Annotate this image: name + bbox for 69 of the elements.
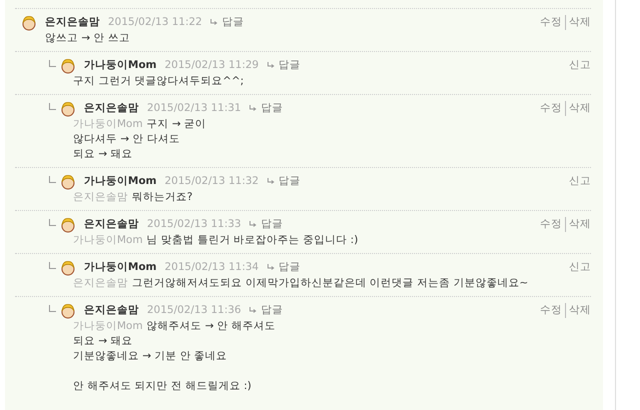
reply-link[interactable]: 답글 bbox=[261, 217, 284, 232]
mention-link[interactable]: 은지은솔맘 bbox=[73, 277, 128, 289]
mention-link[interactable]: 가나둥이Mom bbox=[73, 118, 143, 130]
reply-arrow-icon bbox=[249, 220, 258, 228]
action-link[interactable]: 수정 bbox=[540, 15, 562, 30]
mention-link[interactable]: 가나둥이Mom bbox=[73, 320, 143, 332]
avatar-icon bbox=[60, 101, 76, 117]
comment-text: 그런거않해저셔도되요 이제막가입하신분같은데 이런댓글 저는좀 기분않좋네요~ bbox=[132, 277, 528, 289]
avatar-icon bbox=[60, 58, 76, 74]
avatar-icon bbox=[60, 260, 76, 276]
reply-arrow-icon bbox=[249, 104, 258, 112]
comment-date: 2015/02/13 11:29 bbox=[164, 58, 259, 73]
action-link[interactable]: 신고 bbox=[569, 260, 591, 275]
action-link[interactable]: 삭제 bbox=[565, 217, 591, 232]
avatar-icon bbox=[60, 217, 76, 233]
action-link[interactable]: 수정 bbox=[540, 303, 562, 318]
reply-marker-icon bbox=[49, 219, 56, 226]
action-link[interactable]: 삭제 bbox=[565, 15, 591, 30]
comment-text: 안 해주셔도 되지만 전 해드릴게요 :) bbox=[73, 380, 252, 392]
comment-text: 않다셔두 → 안 다셔도 bbox=[73, 133, 180, 145]
action-link[interactable]: 삭제 bbox=[565, 303, 591, 318]
reply-marker-icon bbox=[49, 262, 56, 269]
reply-marker-icon bbox=[49, 60, 56, 67]
comment-date: 2015/02/13 11:34 bbox=[164, 260, 259, 275]
author-name[interactable]: 은지은솔맘 bbox=[45, 15, 100, 30]
action-link[interactable]: 신고 bbox=[569, 174, 591, 189]
mention-link[interactable]: 은지은솔맘 bbox=[73, 191, 128, 203]
comment-text: 되요 → 돼요 bbox=[73, 335, 132, 347]
action-link[interactable]: 삭제 bbox=[565, 101, 591, 116]
reply-arrow-icon bbox=[249, 306, 258, 314]
author-name[interactable]: 은지은솔맘 bbox=[84, 217, 139, 232]
comment-date: 2015/02/13 11:31 bbox=[147, 101, 242, 116]
author-name[interactable]: 가나둥이Mom bbox=[84, 174, 157, 189]
author-name[interactable]: 은지은솔맘 bbox=[84, 303, 139, 318]
comment-text: 구지 그런거 댓글않다셔두되요^^; bbox=[73, 75, 244, 87]
reply-link[interactable]: 답글 bbox=[278, 58, 301, 73]
comment-text: 님 맞춤법 틀린거 바로잡아주는 중입니다 :) bbox=[146, 234, 358, 246]
reply-arrow-icon bbox=[266, 263, 275, 272]
reply-marker-icon bbox=[49, 176, 56, 183]
reply-marker-icon bbox=[49, 305, 56, 312]
author-name[interactable]: 가나둥이Mom bbox=[84, 260, 157, 275]
reply-arrow-icon bbox=[266, 61, 275, 70]
comment-text: 않해주셔도 → 안 해주셔도 bbox=[146, 320, 276, 332]
comment-date: 2015/02/13 11:32 bbox=[164, 174, 259, 189]
action-link[interactable]: 수정 bbox=[540, 101, 562, 116]
action-link[interactable]: 수정 bbox=[540, 217, 562, 232]
avatar-icon bbox=[60, 174, 76, 190]
reply-arrow-icon bbox=[266, 177, 275, 186]
mention-link[interactable]: 가나둥이Mom bbox=[73, 234, 143, 246]
comment-text: 구지 → 굳이 bbox=[146, 118, 206, 130]
author-name[interactable]: 은지은솔맘 bbox=[84, 101, 139, 116]
action-link[interactable]: 신고 bbox=[569, 58, 591, 73]
comment-date: 2015/02/13 11:36 bbox=[147, 303, 242, 318]
author-name[interactable]: 가나둥이Mom bbox=[84, 58, 157, 73]
reply-link[interactable]: 답글 bbox=[278, 174, 301, 189]
comment-text: 뭐하는거죠? bbox=[132, 191, 193, 203]
reply-marker-icon bbox=[49, 103, 56, 110]
reply-link[interactable]: 답글 bbox=[278, 260, 301, 275]
reply-link[interactable]: 답글 bbox=[261, 303, 284, 318]
avatar-icon bbox=[21, 15, 37, 31]
comment-date: 2015/02/13 11:22 bbox=[108, 15, 202, 30]
comment-date: 2015/02/13 11:33 bbox=[147, 217, 242, 232]
reply-arrow-icon bbox=[210, 18, 218, 26]
reply-link[interactable]: 답글 bbox=[261, 101, 284, 116]
comment-text: 되요 → 돼요 bbox=[73, 148, 132, 160]
reply-link[interactable]: 답글 bbox=[222, 15, 244, 30]
comment-text: 않쓰고 → 안 쓰고 bbox=[45, 32, 130, 44]
comment-text: 기분않좋네요 → 기분 안 좋네요 bbox=[73, 350, 228, 362]
avatar-icon bbox=[60, 303, 76, 319]
